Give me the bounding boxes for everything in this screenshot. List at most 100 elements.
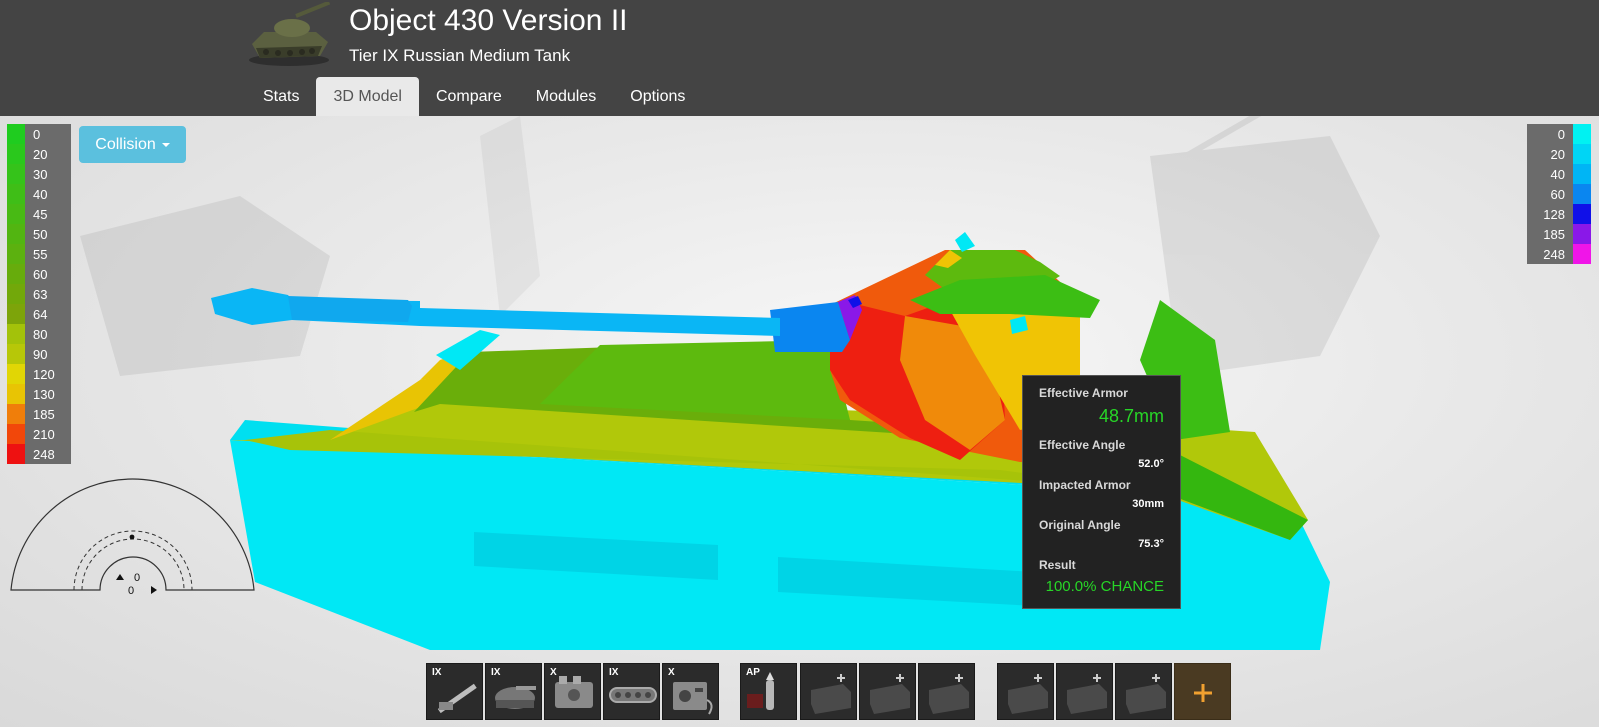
- legend-swatch: [7, 144, 25, 164]
- camera-angle-widget[interactable]: 0 0: [10, 468, 256, 594]
- legend-value: 248: [1543, 246, 1565, 262]
- tab-stats[interactable]: Stats: [246, 77, 316, 116]
- elevation-arrow-icon: [116, 574, 124, 580]
- legend-swatch: [1573, 164, 1591, 184]
- spaced-armor-legend: 0 20 40 60 128 185 248: [1527, 124, 1591, 264]
- equipment-slot[interactable]: [859, 663, 916, 720]
- equipment-slot[interactable]: X: [544, 663, 601, 720]
- effective-angle-value: 52.0°: [1138, 458, 1164, 470]
- original-angle-value: 75.3°: [1138, 538, 1164, 550]
- equipment-slot[interactable]: [1115, 663, 1172, 720]
- legend-value: 63: [33, 286, 48, 302]
- legend-value: 130: [33, 386, 55, 402]
- armor-tooltip: Effective Armor 48.7mm Effective Angle 5…: [1022, 375, 1181, 609]
- legend-swatch: [7, 224, 25, 244]
- legend-row: 55: [7, 244, 71, 264]
- legend-value: 248: [33, 446, 55, 462]
- add-icon: [1194, 684, 1212, 702]
- legend-row: 63: [7, 284, 71, 304]
- equipment-slot[interactable]: X: [662, 663, 719, 720]
- legend-value: 0: [1557, 126, 1565, 142]
- legend-row: 20: [7, 144, 71, 164]
- chevron-down-icon: [161, 142, 170, 147]
- legend-value: 90: [33, 346, 48, 362]
- legend-swatch: [7, 344, 25, 364]
- legend-value: 210: [33, 426, 55, 442]
- legend-row: 0: [7, 124, 71, 144]
- consumable-slot-icon: [811, 674, 851, 714]
- equipment-slot[interactable]: [918, 663, 975, 720]
- legend-row: 185: [7, 404, 71, 424]
- legend-row: 60: [7, 264, 71, 284]
- equipment-slot[interactable]: IX: [426, 663, 483, 720]
- elevation-value: 0: [134, 572, 140, 584]
- tab-compare[interactable]: Compare: [419, 77, 519, 116]
- legend-row: 20: [1527, 144, 1591, 164]
- slot-tier-label: IX: [491, 667, 501, 678]
- effective-armor-value: 48.7mm: [1098, 406, 1164, 426]
- legend-row: 50: [7, 224, 71, 244]
- legend-swatch: [7, 124, 25, 144]
- equipment-slot[interactable]: IX: [603, 663, 660, 720]
- legend-value: 120: [33, 366, 55, 382]
- legend-value: 0: [33, 126, 41, 142]
- legend-swatch: [7, 264, 25, 284]
- legend-row: 210: [7, 424, 71, 444]
- legend-row: 40: [1527, 164, 1591, 184]
- legend-swatch: [7, 244, 25, 264]
- armor-thickness-legend: 0 20 30 40 45 50 55 60 63 64 80 90 120 130 185 210 248: [7, 124, 71, 464]
- tab-bar: Stats 3D Model Compare Modules Options: [246, 77, 702, 116]
- legend-swatch: [1573, 144, 1591, 164]
- result-label: Result: [1039, 558, 1076, 572]
- collision-button-label: Collision: [95, 135, 156, 153]
- legend-row: 130: [7, 384, 71, 404]
- legend-swatch: [7, 444, 25, 464]
- legend-value: 20: [33, 146, 48, 162]
- legend-value: 50: [33, 226, 48, 242]
- model-viewport[interactable]: Effective Armor 48.7mm Effective Angle 5…: [0, 116, 1599, 727]
- legend-row: 0: [1527, 124, 1591, 144]
- equipment-slot-icon: [1067, 674, 1107, 714]
- legend-swatch: [1573, 184, 1591, 204]
- tab-3d-model[interactable]: 3D Model: [316, 77, 419, 116]
- legend-row: 90: [7, 344, 71, 364]
- original-angle-label: Original Angle: [1039, 518, 1121, 532]
- page-title: Object 430 Version II: [349, 4, 628, 37]
- equipment-slot[interactable]: [997, 663, 1054, 720]
- legend-row: 60: [1527, 184, 1591, 204]
- legend-value: 20: [1550, 146, 1565, 162]
- angle-indicator-dot[interactable]: [129, 534, 135, 540]
- legend-row: 185: [1527, 224, 1591, 244]
- equipment-slot[interactable]: [1056, 663, 1113, 720]
- tank-model[interactable]: [0, 116, 1599, 727]
- equipment-slot[interactable]: AP: [740, 663, 797, 720]
- equipment-slot-icon: [1126, 674, 1166, 714]
- effective-armor-label: Effective Armor: [1039, 386, 1128, 400]
- equipment-slot[interactable]: [1174, 663, 1231, 720]
- legend-row: 248: [1527, 244, 1591, 264]
- consumable-slot-icon: [929, 674, 969, 714]
- legend-swatch: [7, 324, 25, 344]
- legend-value: 55: [33, 246, 48, 262]
- slot-tier-label: X: [550, 667, 557, 678]
- legend-value: 64: [33, 306, 48, 322]
- tab-modules[interactable]: Modules: [519, 77, 613, 116]
- legend-row: 248: [7, 444, 71, 464]
- legend-value: 185: [33, 406, 55, 422]
- legend-value: 60: [33, 266, 48, 282]
- legend-value: 185: [1543, 226, 1565, 242]
- legend-swatch: [7, 404, 25, 424]
- slot-tier-label: AP: [746, 667, 760, 678]
- equipment-slot[interactable]: IX: [485, 663, 542, 720]
- legend-value: 60: [1550, 186, 1565, 202]
- legend-swatch: [7, 204, 25, 224]
- legend-value: 45: [33, 206, 48, 222]
- legend-swatch: [1573, 244, 1591, 264]
- equipment-slot[interactable]: [800, 663, 857, 720]
- equipment-slot-icon: [1008, 674, 1048, 714]
- tab-options[interactable]: Options: [613, 77, 702, 116]
- legend-value: 40: [1550, 166, 1565, 182]
- slot-tier-label: IX: [609, 667, 619, 678]
- legend-swatch: [7, 424, 25, 444]
- collision-dropdown-button[interactable]: Collision: [79, 126, 186, 163]
